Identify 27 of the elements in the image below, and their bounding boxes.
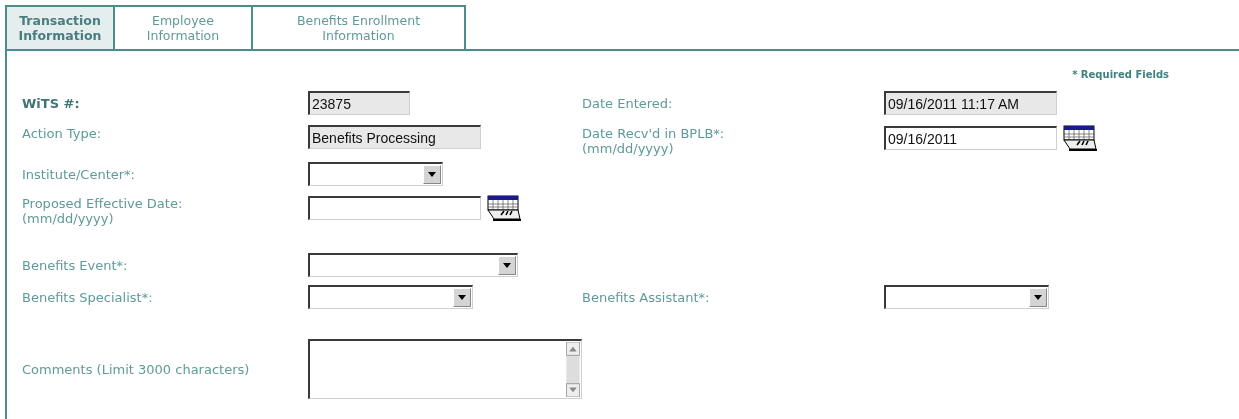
field-label: Benefits Event*: [22,257,129,273]
readonly-field[interactable]: 23875 [308,91,410,115]
field-label: Benefits Specialist*: [22,289,154,305]
tab[interactable]: Transaction Information [5,5,115,49]
scrollbar[interactable] [566,342,580,397]
field-label: Date Entered: [582,95,674,111]
required-fields-note: * Required Fields [1072,69,1169,82]
dropdown[interactable] [308,162,443,186]
field-label: Comments (Limit 3000 characters) [22,361,251,377]
date-field[interactable]: 09/16/2011 [884,126,1057,150]
field-label: Institute/Center*: [22,166,136,182]
dropdown[interactable] [308,285,473,309]
dropdown[interactable] [884,285,1049,309]
calendar-icon[interactable] [487,195,521,221]
format-hint: (mm/dd/yyyy) [22,211,115,226]
format-hint: (mm/dd/yyyy) [582,141,675,156]
dropdown[interactable] [308,253,518,277]
date-field[interactable] [308,196,481,220]
field-label: Benefits Assistant*: [582,289,711,305]
readonly-field[interactable]: 09/16/2011 11:17 AM [884,91,1057,115]
comments-field[interactable] [308,339,582,399]
field-label: Action Type: [22,126,103,141]
field-label: Date Recv'd in BPLB*: [582,126,726,141]
calendar-icon[interactable] [1063,125,1097,151]
field-label: WiTS #: [22,95,81,111]
field-label: Proposed Effective Date: [22,196,184,211]
readonly-field[interactable]: Benefits Processing [308,125,481,149]
